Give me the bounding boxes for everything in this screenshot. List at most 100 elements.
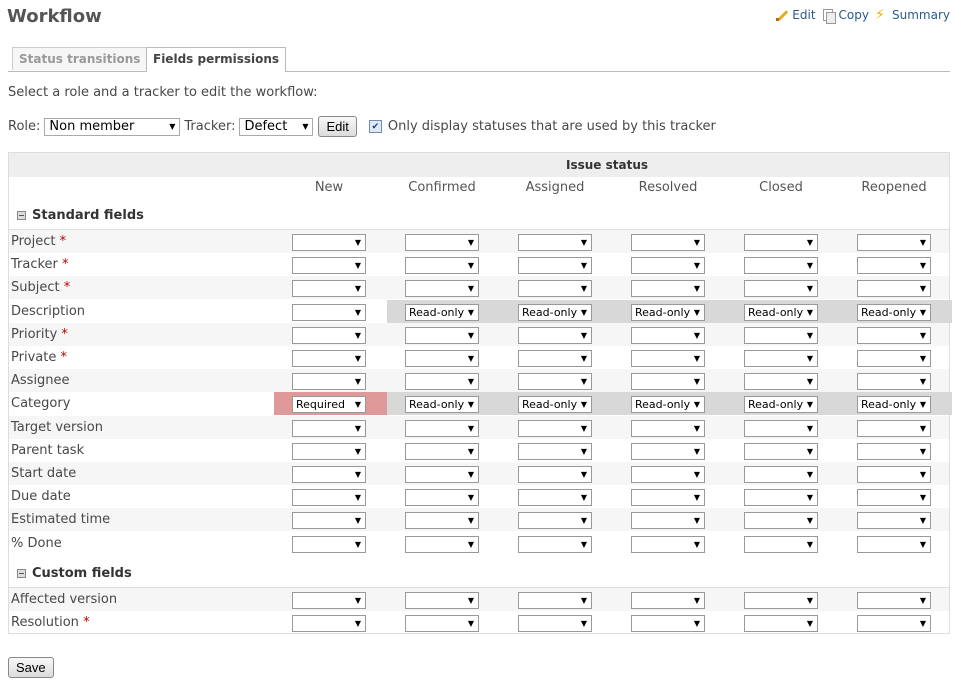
permission-select[interactable]: Required ▼: [292, 396, 366, 414]
permission-select[interactable]: ▼: [857, 350, 931, 367]
permission-select[interactable]: ▼: [405, 466, 479, 483]
permission-select[interactable]: ▼: [405, 592, 479, 609]
permission-select[interactable]: ▼: [857, 326, 931, 344]
permission-select[interactable]: ▼: [744, 615, 818, 633]
permission-select[interactable]: ▼: [857, 535, 931, 553]
permission-select[interactable]: Read-only ▼: [405, 396, 479, 414]
permission-select[interactable]: ▼: [518, 489, 592, 507]
permission-select[interactable]: ▼: [744, 442, 818, 460]
permission-select[interactable]: ▼: [518, 615, 592, 633]
permission-select[interactable]: ▼: [744, 280, 818, 298]
permission-select[interactable]: ▼: [405, 257, 479, 275]
permission-select[interactable]: ▼: [405, 615, 479, 633]
permission-select[interactable]: Read-only ▼: [857, 303, 931, 321]
permission-select[interactable]: ▼: [857, 280, 931, 298]
permission-select[interactable]: ▼: [631, 419, 705, 437]
permission-select[interactable]: ▼: [631, 466, 705, 483]
permission-select[interactable]: ▼: [292, 489, 366, 507]
permission-select[interactable]: ▼: [292, 234, 366, 251]
permission-select[interactable]: ▼: [292, 535, 366, 553]
permission-select[interactable]: Read-only ▼: [405, 303, 479, 321]
permission-select[interactable]: ▼: [518, 535, 592, 553]
permission-select[interactable]: ▼: [405, 442, 479, 460]
permission-select[interactable]: ▼: [857, 234, 931, 251]
permission-select[interactable]: ▼: [518, 442, 592, 460]
permission-select[interactable]: ▼: [405, 512, 479, 530]
permission-select[interactable]: ▼: [857, 489, 931, 507]
permission-select[interactable]: ▼: [292, 326, 366, 344]
permission-select[interactable]: ▼: [292, 466, 366, 483]
permission-select[interactable]: Read-only ▼: [857, 396, 931, 414]
permission-select[interactable]: ▼: [631, 489, 705, 507]
permission-select[interactable]: ▼: [292, 512, 366, 530]
permission-select[interactable]: ▼: [518, 373, 592, 391]
permission-select[interactable]: Read-only ▼: [744, 396, 818, 414]
permission-select[interactable]: ▼: [744, 419, 818, 437]
permission-select[interactable]: ▼: [744, 466, 818, 483]
standard-fields-toggle[interactable]: Standard fields: [17, 208, 144, 223]
permission-select[interactable]: Read-only ▼: [518, 396, 592, 414]
tab-fields-permissions[interactable]: Fields permissions: [146, 47, 287, 72]
permission-select[interactable]: ▼: [292, 373, 366, 391]
edit-link[interactable]: Edit: [775, 8, 816, 22]
permission-select[interactable]: ▼: [518, 234, 592, 251]
permission-select[interactable]: ▼: [857, 466, 931, 483]
permission-select[interactable]: ▼: [292, 442, 366, 460]
permission-select[interactable]: ▼: [518, 257, 592, 275]
permission-select[interactable]: ▼: [292, 615, 366, 633]
permission-select[interactable]: ▼: [631, 350, 705, 367]
permission-select[interactable]: ▼: [518, 466, 592, 483]
permission-select[interactable]: Read-only ▼: [631, 396, 705, 414]
permission-select[interactable]: ▼: [405, 419, 479, 437]
permission-select[interactable]: ▼: [631, 373, 705, 391]
permission-select[interactable]: Read-only ▼: [744, 303, 818, 321]
permission-select[interactable]: ▼: [744, 489, 818, 507]
permission-select[interactable]: ▼: [518, 419, 592, 437]
permission-select[interactable]: ▼: [405, 326, 479, 344]
permission-select[interactable]: ▼: [631, 280, 705, 298]
permission-select[interactable]: ▼: [631, 592, 705, 609]
permission-select[interactable]: ▼: [631, 257, 705, 275]
copy-link[interactable]: Copy: [822, 8, 869, 24]
role-select[interactable]: Non member ▼: [44, 117, 181, 136]
permission-select[interactable]: Read-only ▼: [631, 303, 705, 321]
permission-select[interactable]: ▼: [518, 350, 592, 367]
permission-select[interactable]: ▼: [631, 615, 705, 633]
permission-select[interactable]: ▼: [292, 303, 366, 321]
permission-select[interactable]: ▼: [631, 535, 705, 553]
edit-button[interactable]: Edit: [318, 116, 357, 137]
permission-select[interactable]: ▼: [518, 512, 592, 530]
permission-select[interactable]: ▼: [857, 442, 931, 460]
permission-select[interactable]: ▼: [518, 280, 592, 298]
permission-select[interactable]: ▼: [744, 592, 818, 609]
permission-select[interactable]: ▼: [857, 419, 931, 437]
permission-select[interactable]: ▼: [744, 326, 818, 344]
permission-select[interactable]: Read-only ▼: [518, 303, 592, 321]
tracker-select[interactable]: Defect ▼: [239, 117, 314, 136]
permission-select[interactable]: ▼: [744, 350, 818, 367]
permission-select[interactable]: ▼: [405, 234, 479, 251]
permission-select[interactable]: ▼: [744, 234, 818, 251]
permission-select[interactable]: ▼: [405, 280, 479, 298]
permission-select[interactable]: ▼: [292, 419, 366, 437]
permission-select[interactable]: ▼: [631, 512, 705, 530]
only-used-checkbox[interactable]: ✔: [368, 120, 382, 133]
permission-select[interactable]: ▼: [857, 512, 931, 530]
permission-select[interactable]: ▼: [292, 350, 366, 367]
permission-select[interactable]: ▼: [631, 234, 705, 251]
custom-fields-toggle[interactable]: Custom fields: [17, 566, 132, 581]
permission-select[interactable]: ▼: [744, 535, 818, 553]
permission-select[interactable]: ▼: [292, 280, 366, 298]
permission-select[interactable]: ▼: [405, 489, 479, 507]
permission-select[interactable]: ▼: [857, 257, 931, 275]
permission-select[interactable]: ▼: [405, 373, 479, 391]
save-button[interactable]: Save: [8, 657, 54, 678]
permission-select[interactable]: ▼: [744, 512, 818, 530]
permission-select[interactable]: ▼: [292, 592, 366, 609]
permission-select[interactable]: ▼: [518, 592, 592, 609]
permission-select[interactable]: ▼: [857, 592, 931, 609]
permission-select[interactable]: ▼: [518, 326, 592, 344]
permission-select[interactable]: ▼: [405, 535, 479, 553]
permission-select[interactable]: ▼: [857, 615, 931, 633]
permission-select[interactable]: ▼: [292, 257, 366, 275]
